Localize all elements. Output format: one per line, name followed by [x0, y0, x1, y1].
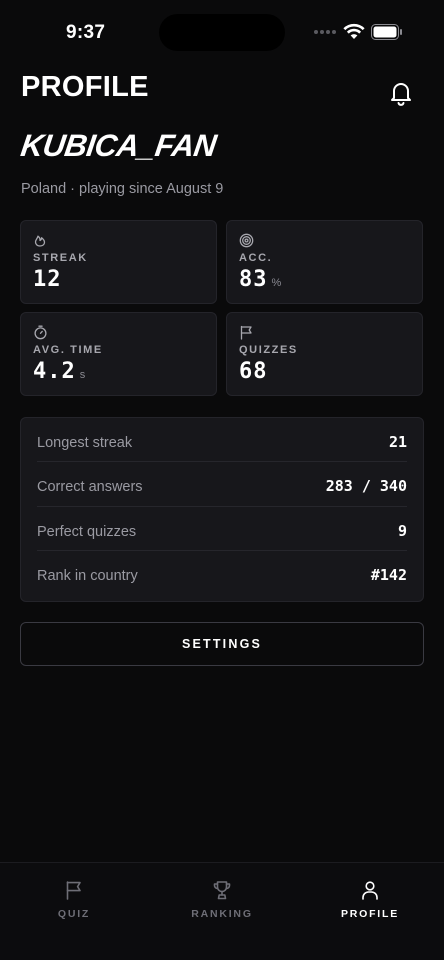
stat-label: QUIZZES: [239, 344, 298, 356]
tab-label: RANKING: [191, 908, 253, 920]
stat-card-streak: STREAK 12: [20, 220, 217, 304]
stat-card-accuracy: ACC. 83%: [226, 220, 423, 304]
flame-icon: [34, 235, 46, 247]
tab-profile[interactable]: PROFILE: [296, 863, 444, 933]
detail-row: Longest streak 21: [37, 418, 407, 463]
detail-value: #142: [370, 565, 407, 584]
detail-label: Longest streak: [37, 435, 133, 451]
settings-button[interactable]: SETTINGS: [20, 622, 424, 666]
username: KUBICA_FAN: [18, 128, 219, 163]
status-bar: 9:37: [0, 0, 444, 64]
profile-subtitle: Poland · playing since August 9: [21, 181, 224, 197]
stat-label: ACC.: [239, 252, 273, 264]
detail-value: 9: [397, 521, 407, 540]
detail-row: Perfect quizzes 9: [37, 507, 407, 551]
status-time: 9:37: [66, 22, 106, 43]
detail-row: Rank in country #142: [37, 551, 407, 595]
battery-icon: [371, 24, 402, 40]
wifi-icon: [343, 23, 365, 39]
stat-value: 12: [33, 267, 62, 292]
stat-unit: s: [79, 369, 87, 381]
detail-label: Correct answers: [37, 479, 143, 496]
user-icon: [362, 881, 378, 900]
target-icon: [239, 233, 254, 248]
detail-row: Correct answers 283 / 340: [37, 462, 407, 507]
flag-icon: [240, 325, 252, 340]
tab-label: QUIZ: [57, 908, 91, 920]
stat-value: 83%: [239, 267, 283, 292]
stat-card-avg-time: AVG. TIME 4.2 s: [20, 312, 217, 396]
tab-ranking[interactable]: RANKING: [148, 863, 296, 933]
stopwatch-icon: [34, 325, 47, 340]
dynamic-island: [159, 14, 285, 51]
cellular-signal-icon: [314, 30, 338, 36]
tab-label: PROFILE: [340, 908, 400, 920]
tab-quiz[interactable]: QUIZ: [0, 863, 148, 933]
detail-value: 283 / 340: [325, 477, 407, 496]
tab-bar: QUIZ RANKING PROFILE: [0, 862, 444, 960]
flag-icon: [66, 881, 81, 900]
stat-card-quizzes: QUIZZES 68: [226, 312, 423, 396]
stat-label: STREAK: [33, 252, 88, 264]
page-title: PROFILE: [21, 71, 149, 103]
trophy-icon: [213, 881, 231, 900]
stat-value: 68: [239, 359, 268, 384]
stat-unit: %: [271, 277, 283, 289]
stat-label: AVG. TIME: [33, 344, 103, 356]
stat-value: 4.2 s: [33, 359, 87, 384]
bell-icon: [391, 83, 411, 106]
notifications-button[interactable]: [385, 77, 417, 109]
detail-label: Perfect quizzes: [37, 523, 137, 540]
details-panel: Longest streak 21 Correct answers 283 / …: [20, 417, 424, 602]
detail-value: 21: [388, 433, 407, 451]
detail-label: Rank in country: [37, 567, 138, 584]
